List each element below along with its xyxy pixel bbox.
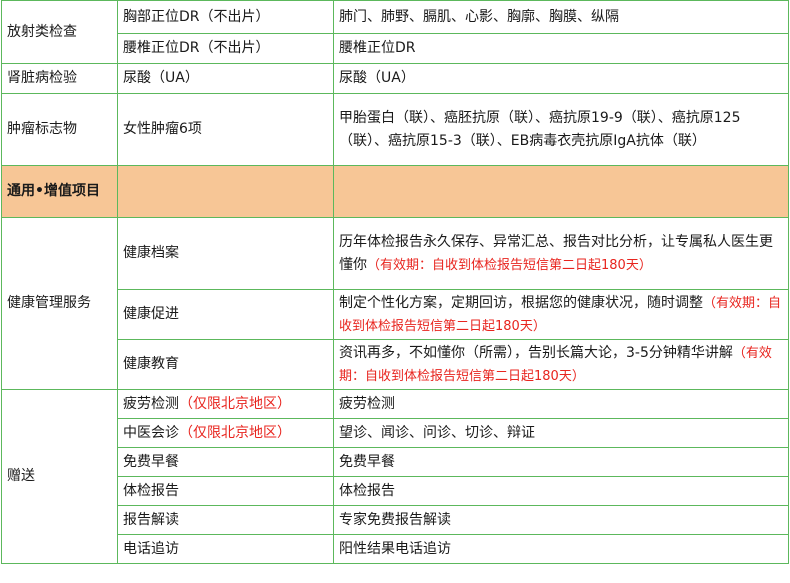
- table-row: 健康促进 制定个性化方案，定期回访，根据您的健康状况，随时调整（有效期：自收到体…: [2, 289, 789, 340]
- desc-cell: 肺门、肺野、膈肌、心影、胸廓、胸膜、纵隔: [333, 0, 789, 34]
- item-cell: 中医会诊（仅限北京地区）: [117, 418, 334, 448]
- region-note: （仅限北京地区）: [179, 424, 291, 441]
- table-row: 电话追访 阳性结果电话追访: [2, 534, 789, 564]
- item-text: 中医会诊: [123, 424, 179, 441]
- desc-cell: 资讯再多，不如懂你（所需），告别长篇大论，3-5分钟精华讲解（有效期：自收到体检…: [333, 339, 789, 390]
- desc-cell: 甲胎蛋白（联）、癌胚抗原（联）、癌抗原19-9（联）、癌抗原125（联）、癌抗原…: [333, 93, 789, 166]
- item-cell: 报告解读: [117, 505, 334, 535]
- table-row: 中医会诊（仅限北京地区） 望诊、闻诊、问诊、切诊、辩证: [2, 418, 789, 448]
- validity-note: （有效期：自收到体检报告短信第二日起180天）: [367, 257, 652, 273]
- desc-cell: 制定个性化方案，定期回访，根据您的健康状况，随时调整（有效期：自收到体检报告短信…: [333, 289, 789, 340]
- desc-cell: 免费早餐: [333, 447, 789, 477]
- package-table: 放射类检查 胸部正位DR（不出片） 肺门、肺野、膈肌、心影、胸廓、胸膜、纵隔 腰…: [1, 0, 789, 564]
- table-row: 健康管理服务 健康档案 历年体检报告永久保存、异常汇总、报告对比分析，让专属私人…: [1, 217, 789, 390]
- item-cell: 健康档案: [117, 217, 334, 290]
- category-cell: 肾脏病检验: [1, 63, 118, 94]
- category-cell: 赠送: [1, 389, 118, 564]
- item-cell: 健康教育: [117, 339, 334, 390]
- table-row: 放射类检查 胸部正位DR（不出片） 肺门、肺野、膈肌、心影、胸廓、胸膜、纵隔: [1, 0, 789, 64]
- section-blank: [117, 165, 334, 218]
- desc-cell: 历年体检报告永久保存、异常汇总、报告对比分析，让专属私人医生更懂你（有效期：自收…: [333, 217, 789, 290]
- desc-text: 资讯再多，不如懂你（所需），告别长篇大论，3-5分钟精华讲解: [339, 344, 733, 361]
- item-text: 疲劳检测: [123, 395, 179, 412]
- category-cell: 健康管理服务: [1, 217, 118, 390]
- table-row: 肿瘤标志物 女性肿瘤6项 甲胎蛋白（联）、癌胚抗原（联）、癌抗原19-9（联）、…: [1, 93, 789, 166]
- region-note: （仅限北京地区）: [179, 395, 291, 412]
- item-cell: 胸部正位DR（不出片）: [117, 0, 334, 34]
- desc-cell: 阳性结果电话追访: [333, 534, 789, 564]
- category-cell: 放射类检查: [1, 0, 118, 64]
- table-row: 体检报告 体检报告: [2, 476, 789, 506]
- item-cell: 免费早餐: [117, 447, 334, 477]
- section-row: 通用•增值项目: [1, 165, 789, 218]
- desc-cell: 体检报告: [333, 476, 789, 506]
- desc-cell: 望诊、闻诊、问诊、切诊、辩证: [333, 418, 789, 448]
- desc-cell: 腰椎正位DR: [333, 33, 789, 64]
- desc-cell: 疲劳检测: [333, 389, 789, 419]
- desc-cell: 专家免费报告解读: [333, 505, 789, 535]
- item-cell: 腰椎正位DR（不出片）: [117, 33, 334, 64]
- desc-cell: 尿酸（UA）: [333, 63, 789, 94]
- item-cell: 尿酸（UA）: [117, 63, 334, 94]
- category-cell: 肿瘤标志物: [1, 93, 118, 166]
- table-row: 肾脏病检验 尿酸（UA） 尿酸（UA）: [1, 63, 789, 94]
- item-cell: 健康促进: [117, 289, 334, 340]
- item-cell: 疲劳检测（仅限北京地区）: [117, 389, 334, 419]
- section-title: 通用•增值项目: [1, 165, 118, 218]
- desc-text: 制定个性化方案，定期回访，根据您的健康状况，随时调整: [339, 294, 703, 311]
- table-row: 腰椎正位DR（不出片） 腰椎正位DR: [2, 33, 789, 64]
- item-cell: 体检报告: [117, 476, 334, 506]
- table-row: 免费早餐 免费早餐: [2, 447, 789, 477]
- table-row: 报告解读 专家免费报告解读: [2, 505, 789, 535]
- table-row: 赠送 疲劳检测（仅限北京地区） 疲劳检测: [1, 389, 789, 564]
- item-cell: 女性肿瘤6项: [117, 93, 334, 166]
- table-row: 健康教育 资讯再多，不如懂你（所需），告别长篇大论，3-5分钟精华讲解（有效期：…: [2, 339, 789, 390]
- item-cell: 电话追访: [117, 534, 334, 564]
- section-blank: [333, 165, 789, 218]
